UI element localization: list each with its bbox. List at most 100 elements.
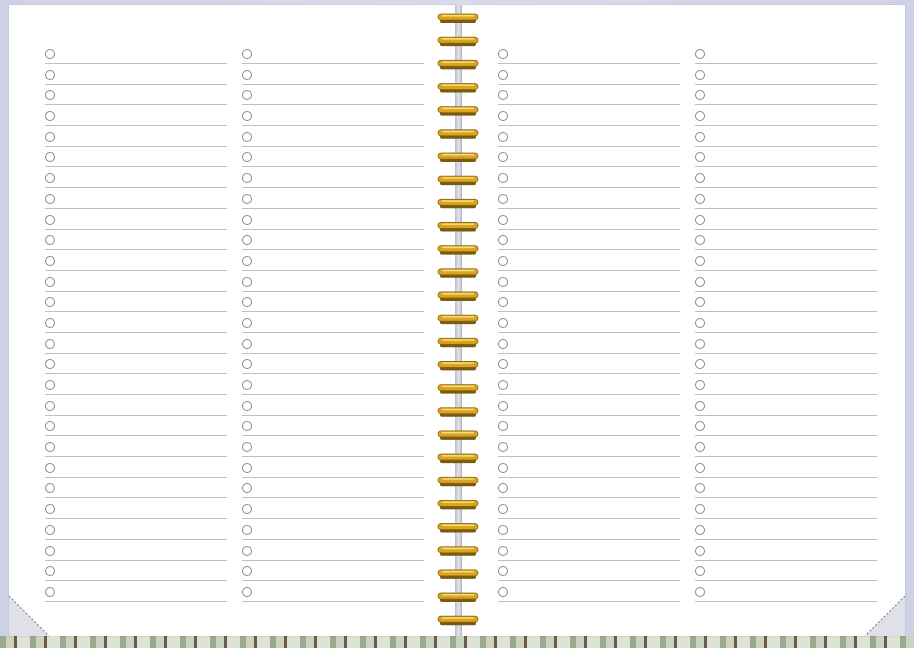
circle-outline-icon[interactable] — [242, 276, 252, 287]
circle-outline-icon[interactable] — [45, 49, 55, 59]
circle-outline-icon[interactable] — [45, 524, 55, 535]
circle-outline-icon[interactable] — [498, 90, 508, 101]
circle-outline-icon[interactable] — [498, 111, 508, 122]
circle-outline-icon[interactable] — [498, 235, 508, 246]
circle-outline-icon[interactable] — [45, 131, 55, 142]
circle-outline-icon[interactable] — [695, 380, 705, 390]
circle-outline-icon[interactable] — [695, 235, 705, 246]
circle-outline-icon[interactable] — [242, 152, 252, 163]
circle-outline-icon[interactable] — [695, 297, 705, 308]
circle-outline-icon[interactable] — [695, 400, 705, 411]
circle-outline-icon[interactable] — [45, 255, 55, 266]
circle-outline-icon[interactable] — [695, 214, 705, 225]
circle-outline-icon[interactable] — [498, 49, 508, 59]
circle-outline-icon[interactable] — [695, 586, 705, 597]
circle-outline-icon[interactable] — [498, 255, 508, 266]
circle-outline-icon[interactable] — [242, 69, 252, 80]
circle-outline-icon[interactable] — [45, 442, 55, 453]
circle-outline-icon[interactable] — [695, 462, 705, 473]
circle-outline-icon[interactable] — [242, 235, 252, 246]
circle-outline-icon[interactable] — [498, 214, 508, 225]
circle-outline-icon[interactable] — [498, 69, 508, 80]
circle-outline-icon[interactable] — [695, 338, 705, 349]
circle-outline-icon[interactable] — [242, 111, 252, 122]
circle-outline-icon[interactable] — [242, 214, 252, 225]
circle-outline-icon[interactable] — [242, 49, 252, 59]
circle-outline-icon[interactable] — [242, 421, 252, 432]
circle-outline-icon[interactable] — [242, 483, 252, 494]
circle-outline-icon[interactable] — [45, 90, 55, 101]
circle-outline-icon[interactable] — [695, 49, 705, 59]
circle-outline-icon[interactable] — [242, 524, 252, 535]
circle-outline-icon[interactable] — [242, 462, 252, 473]
circle-outline-icon[interactable] — [695, 276, 705, 287]
circle-outline-icon[interactable] — [498, 442, 508, 453]
circle-outline-icon[interactable] — [45, 173, 55, 184]
circle-outline-icon[interactable] — [695, 442, 705, 453]
circle-outline-icon[interactable] — [242, 131, 252, 142]
circle-outline-icon[interactable] — [498, 462, 508, 473]
circle-outline-icon[interactable] — [45, 421, 55, 432]
circle-outline-icon[interactable] — [45, 462, 55, 473]
circle-outline-icon[interactable] — [695, 255, 705, 266]
circle-outline-icon[interactable] — [498, 338, 508, 349]
circle-outline-icon[interactable] — [498, 483, 508, 494]
circle-outline-icon[interactable] — [242, 338, 252, 349]
circle-outline-icon[interactable] — [45, 193, 55, 204]
circle-outline-icon[interactable] — [242, 545, 252, 556]
circle-outline-icon[interactable] — [498, 131, 508, 142]
circle-outline-icon[interactable] — [498, 524, 508, 535]
circle-outline-icon[interactable] — [45, 359, 55, 370]
circle-outline-icon[interactable] — [498, 173, 508, 184]
circle-outline-icon[interactable] — [695, 193, 705, 204]
circle-outline-icon[interactable] — [695, 483, 705, 494]
circle-outline-icon[interactable] — [498, 193, 508, 204]
circle-outline-icon[interactable] — [242, 297, 252, 308]
circle-outline-icon[interactable] — [45, 483, 55, 494]
circle-outline-icon[interactable] — [45, 400, 55, 411]
circle-outline-icon[interactable] — [242, 173, 252, 184]
circle-outline-icon[interactable] — [695, 131, 705, 142]
circle-outline-icon[interactable] — [242, 359, 252, 370]
circle-outline-icon[interactable] — [498, 545, 508, 556]
circle-outline-icon[interactable] — [242, 400, 252, 411]
circle-outline-icon[interactable] — [498, 317, 508, 328]
circle-outline-icon[interactable] — [498, 276, 508, 287]
circle-outline-icon[interactable] — [242, 442, 252, 453]
circle-outline-icon[interactable] — [45, 152, 55, 163]
circle-outline-icon[interactable] — [695, 173, 705, 184]
circle-outline-icon[interactable] — [242, 317, 252, 328]
circle-outline-icon[interactable] — [695, 111, 705, 122]
circle-outline-icon[interactable] — [695, 524, 705, 535]
circle-outline-icon[interactable] — [45, 380, 55, 390]
circle-outline-icon[interactable] — [242, 566, 252, 577]
circle-outline-icon[interactable] — [695, 545, 705, 556]
circle-outline-icon[interactable] — [242, 90, 252, 101]
circle-outline-icon[interactable] — [242, 193, 252, 204]
circle-outline-icon[interactable] — [695, 317, 705, 328]
circle-outline-icon[interactable] — [498, 152, 508, 163]
circle-outline-icon[interactable] — [498, 586, 508, 597]
circle-outline-icon[interactable] — [45, 235, 55, 246]
circle-outline-icon[interactable] — [695, 152, 705, 163]
circle-outline-icon[interactable] — [242, 255, 252, 266]
circle-outline-icon[interactable] — [45, 504, 55, 515]
circle-outline-icon[interactable] — [45, 276, 55, 287]
circle-outline-icon[interactable] — [695, 359, 705, 370]
circle-outline-icon[interactable] — [242, 504, 252, 515]
circle-outline-icon[interactable] — [45, 317, 55, 328]
circle-outline-icon[interactable] — [695, 566, 705, 577]
circle-outline-icon[interactable] — [45, 111, 55, 122]
circle-outline-icon[interactable] — [242, 380, 252, 390]
circle-outline-icon[interactable] — [498, 297, 508, 308]
circle-outline-icon[interactable] — [45, 297, 55, 308]
circle-outline-icon[interactable] — [45, 214, 55, 225]
circle-outline-icon[interactable] — [242, 586, 252, 597]
circle-outline-icon[interactable] — [695, 90, 705, 101]
circle-outline-icon[interactable] — [695, 69, 705, 80]
circle-outline-icon[interactable] — [498, 400, 508, 411]
circle-outline-icon[interactable] — [498, 380, 508, 390]
circle-outline-icon[interactable] — [498, 504, 508, 515]
circle-outline-icon[interactable] — [498, 359, 508, 370]
circle-outline-icon[interactable] — [695, 504, 705, 515]
